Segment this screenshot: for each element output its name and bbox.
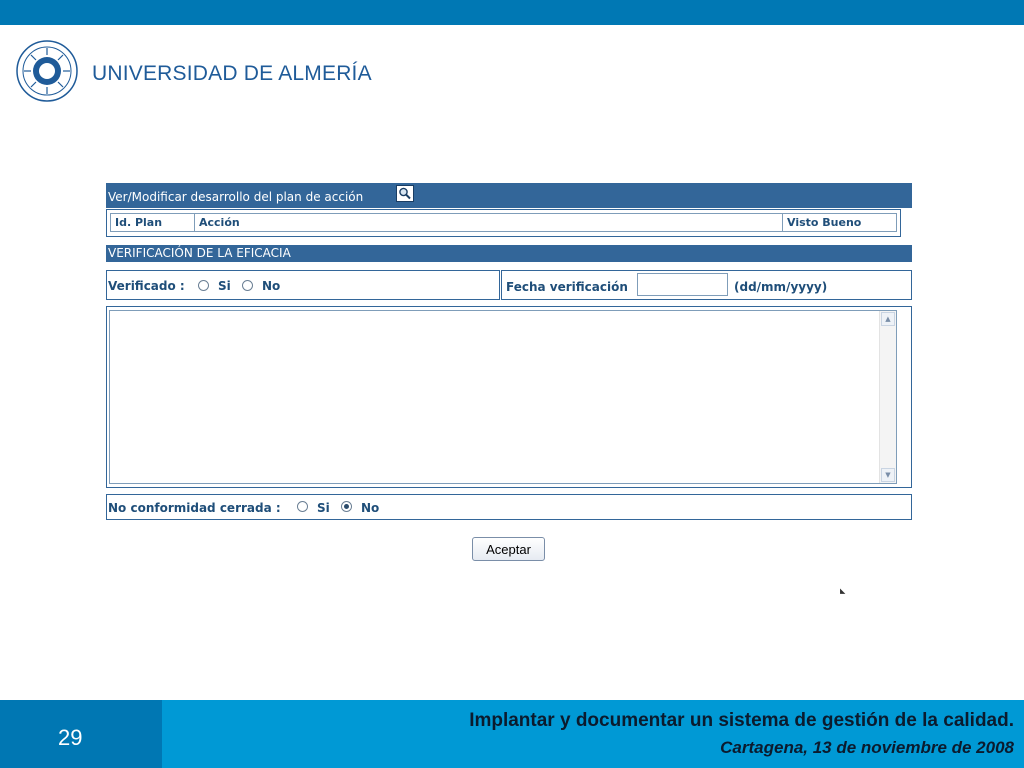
- no-conformidad-si-radio[interactable]: [297, 501, 308, 512]
- verification-section-header: VERIFICACIÓN DE LA EFICACIA: [106, 245, 912, 262]
- aceptar-button[interactable]: Aceptar: [472, 537, 545, 561]
- fecha-label: Fecha verificación: [506, 280, 628, 294]
- plan-section-title: Ver/Modificar desarrollo del plan de acc…: [108, 190, 364, 204]
- verification-section-title: VERIFICACIÓN DE LA EFICACIA: [108, 246, 291, 260]
- verificado-si-label: Si: [218, 279, 231, 293]
- fecha-format-hint: (dd/mm/yyyy): [734, 280, 828, 294]
- column-accion: Acción: [195, 214, 783, 231]
- scroll-down-icon[interactable]: ▼: [881, 468, 895, 482]
- verificado-no-label: No: [262, 279, 281, 293]
- university-name: UNIVERSIDAD DE ALMERÍA: [92, 62, 372, 85]
- footer-subtitle: Cartagena, 13 de noviembre de 2008: [720, 738, 1014, 757]
- plan-table-header-row: Id. Plan Acción Visto Bueno: [110, 213, 897, 232]
- no-conformidad-label: No conformidad cerrada :: [108, 501, 281, 515]
- column-visto-bueno: Visto Bueno: [787, 216, 862, 229]
- verificado-si-radio[interactable]: [198, 280, 209, 291]
- scroll-up-icon[interactable]: ▲: [881, 312, 895, 326]
- no-conformidad-si-label: Si: [317, 501, 330, 515]
- column-id-plan: Id. Plan: [111, 214, 195, 231]
- page-number: 29: [58, 725, 83, 750]
- mouse-pointer-icon: ◣: [840, 587, 846, 595]
- textarea-scrollbar[interactable]: ▲ ▼: [879, 311, 896, 483]
- plan-section-header: Ver/Modificar desarrollo del plan de acc…: [106, 183, 912, 208]
- fecha-verificacion-input[interactable]: [637, 273, 728, 296]
- verificado-label: Verificado :: [108, 279, 185, 293]
- no-conformidad-no-radio[interactable]: [341, 501, 352, 512]
- verificado-no-radio[interactable]: [242, 280, 253, 291]
- footer-title: Implantar y documentar un sistema de ges…: [469, 710, 1014, 731]
- top-bar: [0, 0, 1024, 25]
- verification-notes-textarea[interactable]: ▲ ▼: [109, 310, 897, 484]
- no-conformidad-no-label: No: [361, 501, 380, 515]
- magnifier-icon[interactable]: [396, 185, 414, 202]
- university-seal-icon: [16, 40, 78, 102]
- plan-table: Id. Plan Acción Visto Bueno: [106, 209, 901, 237]
